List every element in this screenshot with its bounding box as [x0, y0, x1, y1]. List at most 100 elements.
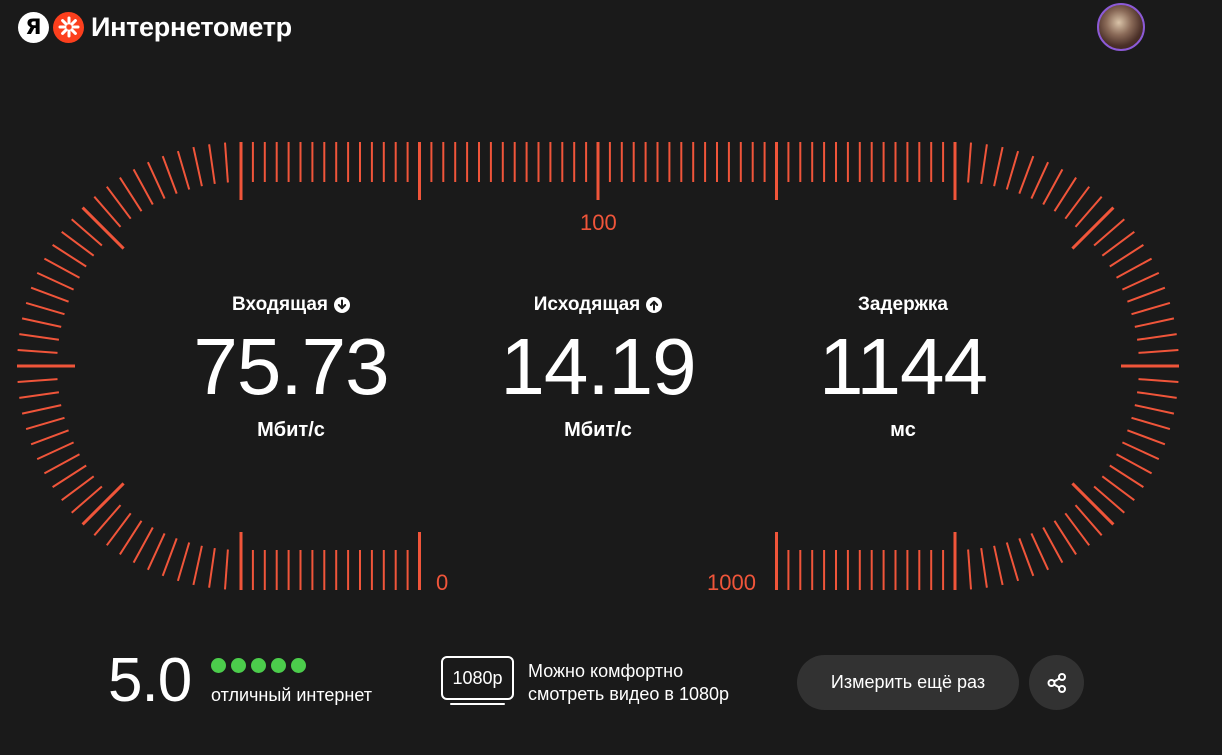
gauge-tick [208, 547, 216, 588]
latency-unit: мс [890, 419, 916, 441]
gauge-tick [25, 416, 65, 431]
gauge-tick [1109, 464, 1144, 488]
gauge-tick [81, 206, 125, 250]
gauge-label-0: 0 [436, 570, 449, 595]
video-line-1: Можно комфортно [528, 661, 684, 681]
gauge-tick [30, 429, 69, 446]
gauge-tick [43, 257, 80, 279]
gauge-tick [1121, 271, 1160, 291]
gauge-tick [1136, 333, 1177, 341]
gauge-tick [1030, 161, 1050, 200]
gauge-tick [36, 441, 75, 461]
gauge-tick [1138, 349, 1179, 354]
gauge-tick [119, 520, 143, 555]
gauge-tick [1053, 520, 1077, 555]
latency-value: 1144 [818, 322, 988, 411]
gauge-tick [208, 144, 216, 185]
gauge-tick [19, 333, 60, 341]
gauge-tick [1030, 532, 1050, 571]
gauge-tick [119, 177, 143, 212]
gauge-tick [1136, 391, 1177, 399]
gauge-tick [980, 547, 988, 588]
retry-button[interactable]: Измерить ещё раз [797, 655, 1019, 710]
arrow-up-circle-icon[interactable] [646, 297, 663, 313]
gauge-tick [993, 146, 1004, 187]
rating-dots [211, 658, 306, 673]
gauge-tick [1005, 150, 1020, 190]
gauge-tick [224, 142, 229, 183]
gauge-tick [1042, 168, 1064, 205]
download-unit: Мбит/с [257, 419, 325, 441]
gauge-tick [1134, 404, 1175, 415]
gauge-tick [132, 527, 154, 564]
download-label: Входящая [232, 294, 328, 315]
share-icon [1047, 672, 1066, 693]
latency-label: Задержка [858, 294, 948, 315]
gauge-tick [980, 144, 988, 185]
rating-dot [271, 658, 286, 673]
gauge-tick [21, 317, 62, 328]
latency-metric: Задержка 1144 мс [753, 292, 1053, 442]
gauge-tick [1042, 527, 1064, 564]
gauge-tick [993, 545, 1004, 586]
gauge-tick [19, 391, 60, 399]
rating-dot [251, 658, 266, 673]
gauge-tick [132, 168, 154, 205]
gauge-label-1000: 1000 [707, 570, 756, 595]
gauge-tick [30, 286, 69, 303]
yandex-logo-icon: Я [18, 11, 49, 43]
service-logo-icon [53, 11, 84, 43]
gauge-tick [1127, 429, 1166, 446]
gauge-tick [1005, 542, 1020, 582]
gauge-tick [36, 271, 75, 291]
download-metric: Входящая 75.73 Мбит/с [141, 292, 441, 442]
quality-text: отличный интернет [211, 685, 372, 705]
gauge-tick [52, 464, 87, 488]
tv-icon: 1080p [441, 656, 514, 708]
rating-dot [211, 658, 226, 673]
gauge-tick [224, 549, 229, 590]
share-button[interactable] [1029, 655, 1084, 710]
gauge-tick [21, 404, 62, 415]
gauge-tick [1116, 453, 1153, 475]
gauge-tick [176, 150, 191, 190]
upload-metric: Исходящая 14.19 Мбит/с [448, 292, 748, 442]
gauge-tick [1134, 317, 1175, 328]
download-value: 75.73 [193, 322, 389, 411]
gauge-tick [1138, 378, 1179, 383]
rating-dot [231, 658, 246, 673]
logo-link[interactable]: Я Интернетометр [18, 10, 292, 44]
gauge-tick [192, 545, 203, 586]
upload-value: 14.19 [500, 322, 696, 411]
app-title: Интернетометр [91, 11, 292, 42]
gauge-tick [1116, 257, 1153, 279]
upload-unit: Мбит/с [564, 419, 632, 441]
gauge-tick [1131, 301, 1171, 316]
gauge-tick [1121, 441, 1160, 461]
gauge-tick [146, 532, 166, 571]
gauge-tick [161, 155, 178, 194]
rating-dot [291, 658, 306, 673]
video-line-2: смотреть видео в 1080p [528, 684, 730, 704]
user-avatar[interactable] [1097, 3, 1145, 51]
tv-stand [450, 703, 505, 705]
arrow-down-circle-icon[interactable] [333, 297, 350, 313]
gauge-tick [1131, 416, 1171, 431]
upload-label: Исходящая [533, 294, 641, 315]
gauge-tick [176, 542, 191, 582]
video-description: Можно комфортно смотреть видео в 1080p [528, 660, 729, 706]
gauge-tick [1018, 155, 1035, 194]
gauge-tick [967, 142, 972, 183]
gauge-tick [43, 453, 80, 475]
gauge-tick [192, 146, 203, 187]
gauge-tick [1071, 482, 1115, 526]
gauge-tick [1109, 244, 1144, 268]
gauge-tick [1053, 177, 1077, 212]
gauge-tick [17, 349, 58, 354]
video-quality-badge: 1080p [441, 656, 514, 700]
quality-score: 5.0 [108, 646, 192, 715]
gauge-tick [81, 482, 125, 526]
gauge-tick [1127, 286, 1166, 303]
gauge-label-100: 100 [580, 210, 617, 235]
gauge-tick [967, 549, 972, 590]
